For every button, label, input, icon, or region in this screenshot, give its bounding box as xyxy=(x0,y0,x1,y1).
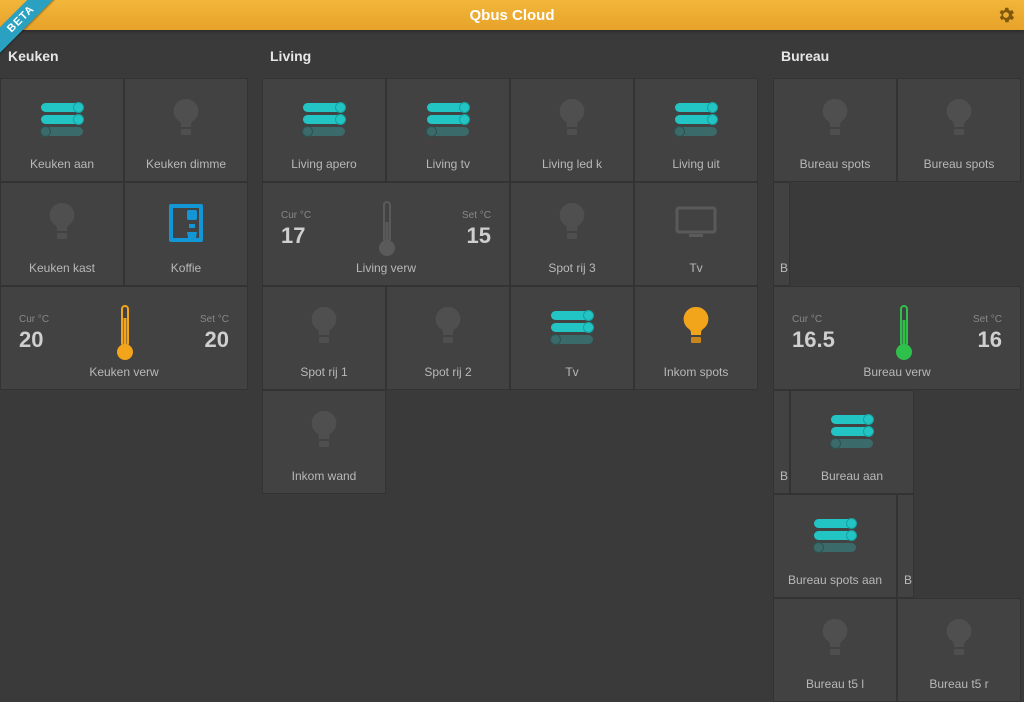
tile-label: Living led k xyxy=(511,157,633,171)
tile-koffie[interactable]: Koffie xyxy=(124,182,248,286)
column-title-bureau: Bureau xyxy=(773,30,1024,78)
tile-keuken-verw[interactable]: Cur °C 20 Set °C 20 Keuken verw xyxy=(0,286,248,390)
thermometer-icon xyxy=(105,304,145,362)
content: Keuken Keuken aan Keuken dimme xyxy=(0,30,1024,505)
tile-label: Bureau spots aan xyxy=(774,573,896,587)
switches-icon xyxy=(387,89,509,149)
bulb-icon xyxy=(169,89,203,149)
switches-icon xyxy=(635,89,757,149)
column-keuken: Keuken Keuken aan Keuken dimme xyxy=(0,30,248,505)
gear-icon[interactable] xyxy=(996,5,1016,25)
thermometer-icon xyxy=(367,200,407,258)
tile-bureau-t5-r[interactable]: Bureau t5 r xyxy=(897,598,1021,702)
tile-inkom-spots[interactable]: Inkom spots xyxy=(634,286,758,390)
bulb-icon xyxy=(942,609,976,669)
tile-bureau-t5-l[interactable]: Bureau t5 l xyxy=(773,598,897,702)
tile-label: Bureau aan xyxy=(791,469,913,483)
tile-label: Tv xyxy=(635,261,757,275)
thermo-cur: Cur °C 17 xyxy=(281,210,311,249)
thermo-cur: Cur °C 16.5 xyxy=(792,314,835,353)
tile-label: Keuken aan xyxy=(1,157,123,171)
tile-bureau-spots-2[interactable]: Bureau spots xyxy=(897,78,1021,182)
tile-label: Inkom spots xyxy=(635,365,757,379)
tile-label: B xyxy=(774,261,789,275)
tile-living-led-k[interactable]: Living led k xyxy=(510,78,634,182)
tile-spot-rij-1[interactable]: Spot rij 1 xyxy=(262,286,386,390)
tile-spot-rij-3[interactable]: Spot rij 3 xyxy=(510,182,634,286)
tile-bureau-aan[interactable]: Bureau aan xyxy=(790,390,914,494)
tile-bureau-partial-1[interactable]: B xyxy=(773,182,790,286)
tile-label: Spot rij 3 xyxy=(511,261,633,275)
tile-living-uit[interactable]: Living uit xyxy=(634,78,758,182)
grid-keuken: Keuken aan Keuken dimme Keuken kast Koff… xyxy=(0,78,248,390)
tile-tv-monitor[interactable]: Tv xyxy=(634,182,758,286)
tile-label: Living uit xyxy=(635,157,757,171)
tile-label: Keuken verw xyxy=(1,365,247,379)
tile-inkom-wand[interactable]: Inkom wand xyxy=(262,390,386,494)
bulb-icon xyxy=(307,401,341,461)
bulb-icon xyxy=(45,193,79,253)
switches-icon xyxy=(1,89,123,149)
tile-bureau-partial-2[interactable]: B xyxy=(773,390,790,494)
tile-label: Bureau t5 l xyxy=(774,677,896,691)
tile-label: Bureau spots xyxy=(774,157,896,171)
tile-living-tv[interactable]: Living tv xyxy=(386,78,510,182)
tile-keuken-aan[interactable]: Keuken aan xyxy=(0,78,124,182)
thermo-cur: Cur °C 20 xyxy=(19,314,49,353)
tile-keuken-dimme[interactable]: Keuken dimme xyxy=(124,78,248,182)
tile-label: Bureau t5 r xyxy=(898,677,1020,691)
bulb-icon xyxy=(555,89,589,149)
tile-tv-scene[interactable]: Tv xyxy=(510,286,634,390)
tile-keuken-kast[interactable]: Keuken kast xyxy=(0,182,124,286)
app-header: Qbus Cloud xyxy=(0,0,1024,30)
tile-label: Bureau spots xyxy=(898,157,1020,171)
coffee-machine-icon xyxy=(163,193,209,253)
column-living: Living Living apero Living tv Living led… xyxy=(262,30,759,505)
tile-label: Keuken kast xyxy=(1,261,123,275)
thermometer-icon xyxy=(884,304,924,362)
column-title-living: Living xyxy=(262,30,759,78)
tile-label: Koffie xyxy=(125,261,247,275)
tile-label: Spot rij 1 xyxy=(263,365,385,379)
tile-living-apero[interactable]: Living apero xyxy=(262,78,386,182)
tile-label: Inkom wand xyxy=(263,469,385,483)
tile-bureau-verw[interactable]: Cur °C 16.5 Set °C 16 Bureau verw xyxy=(773,286,1021,390)
column-title-keuken: Keuken xyxy=(0,30,248,78)
bulb-icon xyxy=(818,89,852,149)
tile-bureau-spots-aan[interactable]: Bureau spots aan xyxy=(773,494,897,598)
tile-label: Bur xyxy=(898,573,913,587)
app-title: Qbus Cloud xyxy=(470,7,555,24)
tile-living-verw[interactable]: Cur °C 17 Set °C 15 Living verw xyxy=(262,182,510,286)
bulb-icon xyxy=(431,297,465,357)
switches-icon xyxy=(791,401,913,461)
bulb-icon xyxy=(555,193,589,253)
tile-label: Living apero xyxy=(263,157,385,171)
tile-label: Spot rij 2 xyxy=(387,365,509,379)
switches-icon xyxy=(511,297,633,357)
switches-icon xyxy=(774,505,896,565)
tv-icon xyxy=(674,193,718,253)
bulb-icon xyxy=(942,89,976,149)
thermo-set: Set °C 20 xyxy=(200,314,229,353)
tile-label: Living verw xyxy=(263,261,509,275)
thermo-set: Set °C 15 xyxy=(462,210,491,249)
bulb-on-icon xyxy=(679,297,713,357)
thermo-set: Set °C 16 xyxy=(973,314,1002,353)
bulb-icon xyxy=(307,297,341,357)
tile-label: Living tv xyxy=(387,157,509,171)
tile-bureau-spots-1[interactable]: Bureau spots xyxy=(773,78,897,182)
grid-living: Living apero Living tv Living led k Livi… xyxy=(262,78,759,494)
tile-label: Bureau verw xyxy=(774,365,1020,379)
tile-label: Tv xyxy=(511,365,633,379)
tile-bureau-partial-3[interactable]: Bur xyxy=(897,494,914,598)
tile-label: B xyxy=(774,469,789,483)
tile-label: Keuken dimme xyxy=(125,157,247,171)
bulb-icon xyxy=(818,609,852,669)
grid-bureau: Bureau spots Bureau spots B Cur °C 16.5 xyxy=(773,78,1024,702)
switches-icon xyxy=(263,89,385,149)
column-bureau: Bureau Bureau spots Bureau spots B Cur °… xyxy=(773,30,1024,505)
tile-spot-rij-2[interactable]: Spot rij 2 xyxy=(386,286,510,390)
